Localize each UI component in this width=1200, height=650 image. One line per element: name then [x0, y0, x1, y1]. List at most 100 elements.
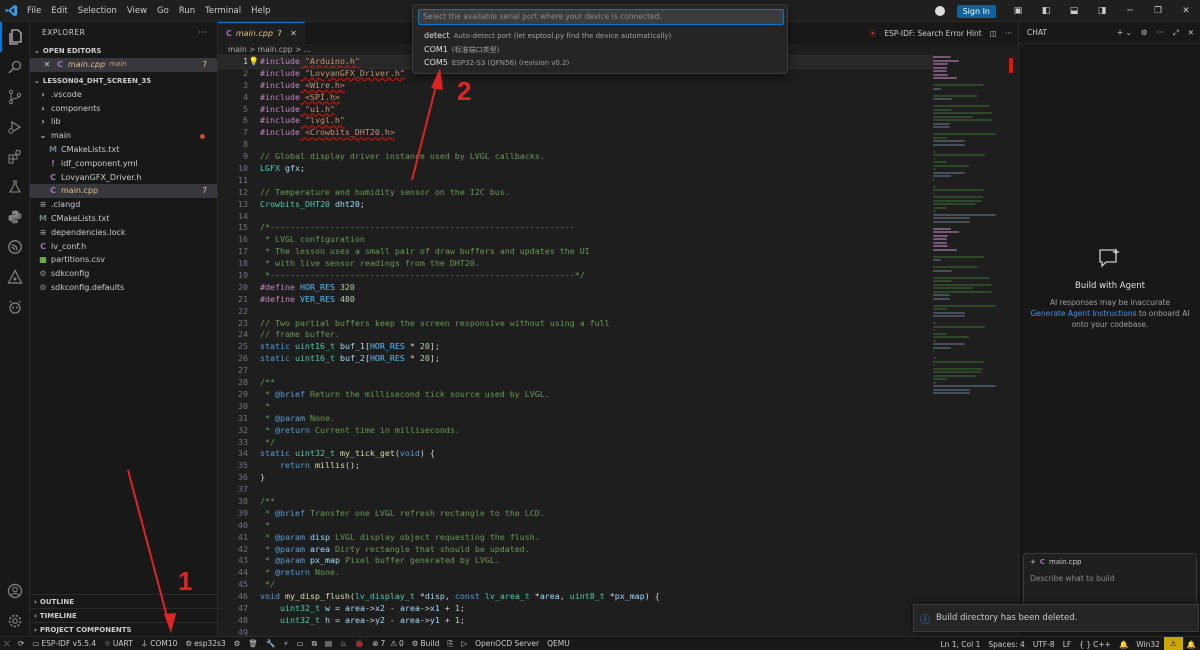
task-icon[interactable]: ⎘	[443, 639, 457, 649]
tree-file[interactable]: M CMakeLists.txt	[30, 143, 217, 157]
serial-port-selector[interactable]: ⏚ COM10	[137, 638, 182, 649]
code-line[interactable]: 26 static uint16_t buf_2[HOR_RES * 20];	[218, 353, 933, 365]
manage-gear-icon[interactable]	[0, 606, 30, 636]
menu-go[interactable]: Go	[152, 0, 174, 22]
close-icon[interactable]: ✕	[42, 58, 52, 72]
split-editor-icon[interactable]: ◫	[990, 29, 997, 38]
run-debug-icon[interactable]	[0, 112, 30, 142]
code-line[interactable]: 10 LGFX gfx;	[218, 163, 933, 175]
layout-toggle-icon[interactable]: ▣	[1004, 6, 1032, 16]
flash-icon[interactable]: ⚡	[279, 639, 292, 648]
menu-view[interactable]: View	[122, 0, 152, 22]
code-line[interactable]: 38 /**	[218, 496, 933, 508]
toggle-primary-sidebar-icon[interactable]: ◧	[1032, 6, 1060, 16]
code-line[interactable]: 19 *------------------------------------…	[218, 270, 933, 282]
alien-extension-icon[interactable]	[0, 292, 30, 322]
monitor-icon[interactable]: ▭	[293, 639, 308, 648]
close-window-icon[interactable]: ✕	[1172, 6, 1200, 16]
code-line[interactable]: 34 static uint32_t my_tick_get(void) {	[218, 448, 933, 460]
minimize-window-icon[interactable]: ─	[1116, 6, 1144, 16]
extensions-icon[interactable]	[0, 142, 30, 172]
warning-indicator-icon[interactable]: ⚠	[1163, 637, 1183, 650]
close-icon[interactable]: ✕	[1188, 28, 1194, 38]
search-icon[interactable]	[0, 52, 30, 82]
tab-main-cpp[interactable]: C main.cpp 7 ✕	[218, 22, 305, 44]
indentation[interactable]: Spaces: 4	[984, 640, 1028, 649]
generate-instructions-link[interactable]: Generate Agent Instructions	[1030, 309, 1136, 318]
bell-icon[interactable]: 🔔	[1115, 640, 1132, 649]
tree-file[interactable]: Cmain.cpp 7	[30, 184, 217, 199]
code-line[interactable]: 5 #include "ui.h"	[218, 104, 933, 116]
flash-method-uart[interactable]: ☆ UART	[100, 639, 137, 648]
code-line[interactable]: 29 * @brief Return the millisecond tick …	[218, 389, 933, 401]
more-actions-icon[interactable]: ···	[198, 22, 207, 44]
code-line[interactable]: 16 * LVGL configuration	[218, 234, 933, 246]
code-line[interactable]: 46 void my_disp_flush(lv_display_t *disp,…	[218, 591, 933, 603]
build-wrench-icon[interactable]: 🔧	[262, 639, 279, 648]
code-line[interactable]: 45 */	[218, 579, 933, 591]
run-icon[interactable]: ▷	[457, 639, 471, 648]
tree-file[interactable]: ⚙ sdkconfig	[30, 267, 217, 281]
code-line[interactable]: 25 static uint16_t buf_1[HOR_RES * 20];	[218, 341, 933, 353]
problems-indicator[interactable]: ⊗ 7 ⚠ 0	[368, 639, 408, 648]
vertical-scrollbar[interactable]	[1009, 58, 1013, 73]
debug-icon[interactable]: 🐞	[351, 639, 368, 648]
code-line[interactable]: 23 // Two partial buffers keep the screen…	[218, 318, 933, 330]
restore-window-icon[interactable]: ❐	[1144, 6, 1172, 16]
fire-icon[interactable]: ♨	[336, 639, 351, 648]
code-line[interactable]: 41 * @param disp LVGL display object req…	[218, 532, 933, 544]
code-line[interactable]: 36}	[218, 472, 933, 484]
code-line[interactable]: 37	[218, 484, 933, 496]
notifications-icon[interactable]: 🔔	[1183, 640, 1200, 649]
menuconfig-gear-icon[interactable]: ⚙	[230, 639, 245, 648]
sign-in-button[interactable]: Sign In	[956, 4, 996, 18]
code-line[interactable]: 14	[218, 211, 933, 223]
sync-icon[interactable]: ⟳	[14, 639, 28, 648]
source-control-icon[interactable]	[0, 82, 30, 112]
code-line[interactable]: 44 * @return None.	[218, 567, 933, 579]
tree-file[interactable]: Clv_conf.h	[30, 240, 217, 254]
code-line[interactable]: 7 #include <Crowbits_DHT20.h>	[218, 127, 933, 139]
tree-folder[interactable]: › lib	[30, 115, 217, 129]
code-line[interactable]: 49	[218, 627, 933, 636]
espressif-icon[interactable]	[0, 232, 30, 262]
remote-icon[interactable]: ⤫	[0, 639, 14, 649]
platformio-icon[interactable]	[0, 262, 30, 292]
close-icon[interactable]: ✕	[290, 29, 297, 38]
code-line[interactable]: 13 Crowbits_DHT20 dht20;	[218, 199, 933, 211]
maximize-icon[interactable]: ⤢	[1173, 28, 1179, 38]
menu-terminal[interactable]: Terminal	[200, 0, 246, 22]
project-components-section[interactable]: › PROJECT COMPONENTS	[30, 622, 217, 636]
explorer-icon[interactable]	[0, 22, 30, 52]
menu-selection[interactable]: Selection	[73, 0, 122, 22]
tree-file[interactable]: ⚙ sdkconfig.defaults	[30, 281, 217, 295]
toggle-panel-icon[interactable]: ⬓	[1060, 6, 1088, 16]
tree-file[interactable]: ≡ .clangd	[30, 198, 217, 212]
code-line[interactable]: 33 */	[218, 437, 933, 449]
quick-pick-item-detect[interactable]: detect Auto-detect port (let esptool.py f…	[417, 29, 783, 43]
build-flash-monitor-icon[interactable]: ⧉	[308, 639, 321, 649]
chat-input-placeholder[interactable]: Describe what to build	[1030, 574, 1190, 583]
code-line[interactable]: 42 * @param area Dirty rectangle that sh…	[218, 544, 933, 556]
quick-pick-item-com5[interactable]: COM5 ESP32-S3 (QFN56) (revision v0.2)	[417, 56, 783, 70]
code-line[interactable]: 4 #include <SPI.h>	[218, 92, 933, 104]
open-editors-section[interactable]: ⌄ OPEN EDITORS	[30, 44, 217, 58]
end-of-line[interactable]: LF	[1059, 640, 1076, 649]
testing-icon[interactable]	[0, 172, 30, 202]
code-line[interactable]: 20 #define HOR_RES 320	[218, 282, 933, 294]
code-line[interactable]: 24 // frame buffer.	[218, 329, 933, 341]
tree-file[interactable]: ▦ partitions.csv	[30, 253, 217, 267]
accounts-icon[interactable]	[0, 576, 30, 606]
code-line[interactable]: 15 /*------------------------------------…	[218, 222, 933, 234]
open-editor-item[interactable]: ✕ C main.cpp main 7	[30, 58, 217, 72]
code-line[interactable]: 21 #define VER_RES 480	[218, 294, 933, 306]
code-line[interactable]: 43 * @param px_map Pixel buffer generate…	[218, 555, 933, 567]
timeline-section[interactable]: › TIMELINE	[30, 608, 217, 622]
code-line[interactable]: 30 *	[218, 401, 933, 413]
code-line[interactable]: 18 * with live sensor readings from the …	[218, 258, 933, 270]
encoding[interactable]: UTF-8	[1029, 640, 1059, 649]
more-actions-icon[interactable]: ···	[1157, 28, 1164, 38]
minimap[interactable]	[933, 56, 1013, 636]
code-line[interactable]: 48 uint32_t h = area->y2 - area->y1 + 1;	[218, 615, 933, 627]
code-line[interactable]: 31 * @param None.	[218, 413, 933, 425]
